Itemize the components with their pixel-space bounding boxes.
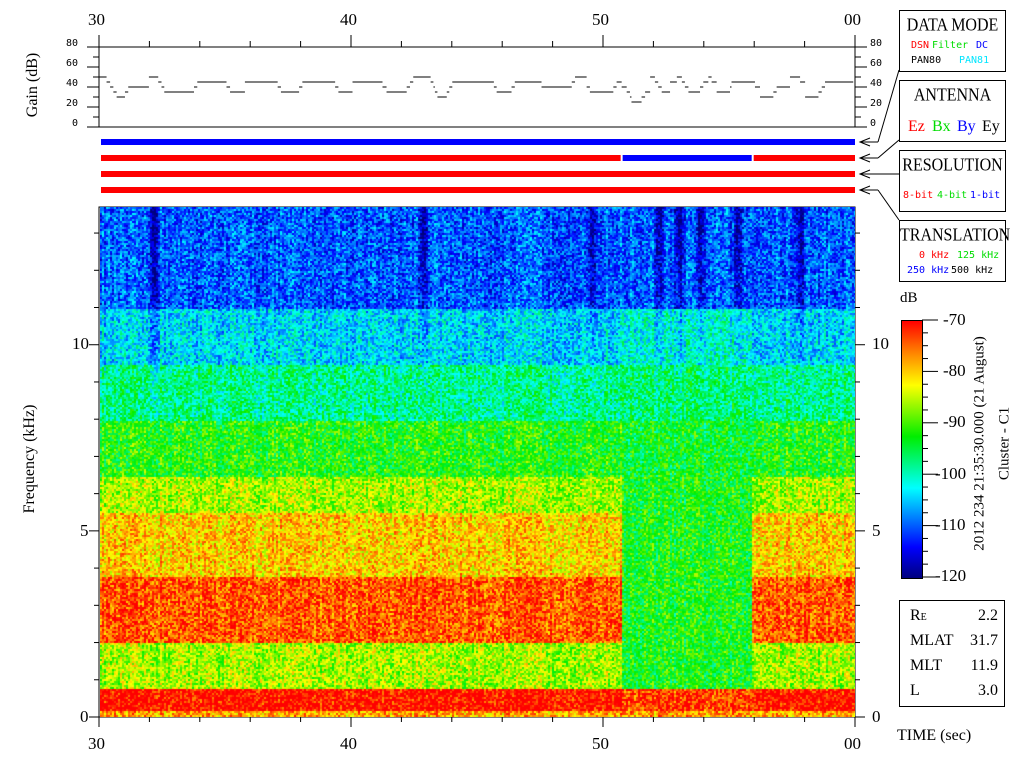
freq-label-0: 0 (80, 707, 89, 726)
translation-title: TRANSLATION (900, 225, 1011, 246)
status-bar-antenna-arrow-icon (858, 153, 878, 163)
info-value-mlat: 31.7 (970, 632, 998, 649)
status-bar-antenna-segment (753, 155, 855, 161)
antenna-legend: ANTENNA Ez Bx By Ey (899, 80, 1006, 142)
time-axis-title: TIME (sec) (897, 727, 972, 744)
legend-500khz: 500 kHz (951, 265, 994, 276)
connector-translation (877, 189, 900, 221)
bottom-time-label-30: 30 (88, 734, 105, 753)
status-bar-translation-segment (101, 187, 855, 193)
colorbar-label-110: -110 (935, 515, 966, 534)
status-bar-antenna-segment (622, 155, 752, 161)
info-key-mlt: MLT (910, 657, 943, 674)
frequency-axis-title: Frequency (kHz) (21, 404, 38, 514)
colorbar-label-70: -70 (943, 310, 966, 329)
colorbar (901, 320, 923, 579)
colorbar-label-100: -100 (935, 464, 967, 483)
resolution-legend: RESOLUTION 8-bit 4-bit 1-bit (899, 150, 1006, 212)
spacecraft-label: Cluster - C1 (996, 406, 1013, 481)
info-key-mlat: MLAT (910, 632, 954, 649)
colorbar-label-90: -90 (943, 412, 966, 431)
legend-dsn: DSN (911, 40, 930, 51)
info-key-l: L (910, 682, 920, 699)
legend-0khz: 0 kHz (919, 250, 950, 261)
status-bar-resolution-arrow-icon (858, 169, 878, 179)
connector-antenna (877, 139, 900, 159)
bottom-time-label-40: 40 (340, 734, 357, 753)
freq-label-right-0: 0 (872, 707, 881, 726)
legend-4bit: 4-bit (937, 190, 968, 201)
status-bar-translation-arrow-icon (858, 185, 878, 195)
status-bar-resolution-segment (101, 171, 855, 177)
antenna-title: ANTENNA (913, 85, 992, 106)
info-value-l: 3.0 (978, 682, 998, 699)
freq-label-right-10: 10 (872, 334, 889, 353)
legend-1bit: 1-bit (970, 190, 1001, 201)
orbit-info-box: RE 2.2 MLAT 31.7 MLT 11.9 L 3.0 (899, 600, 1005, 707)
bottom-time-label-00: 00 (844, 734, 861, 753)
legend-by: By (957, 118, 976, 135)
resolution-title: RESOLUTION (902, 155, 1003, 176)
spectrogram-canvas (100, 207, 855, 717)
status-bar-data-mode-arrow-icon (858, 137, 878, 147)
legend-filter: Filter (932, 40, 969, 51)
colorbar-title: dB (900, 290, 918, 306)
translation-legend: TRANSLATION 0 kHz 125 kHz 250 kHz 500 kH… (899, 220, 1011, 282)
legend-125khz: 125 kHz (957, 250, 1000, 261)
status-bar-antenna-segment (101, 155, 621, 161)
timestamp-label: 2012 234 21:35:30.000 (21 August) (971, 336, 988, 551)
info-value-re: 2.2 (978, 607, 998, 624)
freq-label-right-5: 5 (872, 521, 881, 540)
freq-label-5: 5 (80, 521, 89, 540)
status-bar-data-mode-segment (101, 139, 855, 145)
info-key-re: RE (910, 607, 927, 624)
colorbar-label-80: -80 (943, 361, 966, 380)
data-mode-title: DATA MODE (906, 15, 999, 36)
data-mode-legend: DATA MODE DSN Filter DC PAN80 PAN81 (899, 10, 1006, 72)
legend-bx: Bx (932, 118, 951, 135)
colorbar-label-120: -120 (935, 566, 967, 585)
freq-label-10: 10 (72, 334, 89, 353)
info-value-mlt: 11.9 (970, 657, 998, 674)
legend-pan80: PAN80 (911, 55, 942, 66)
legend-250khz: 250 kHz (907, 265, 950, 276)
connector-data-mode (877, 69, 900, 143)
legend-8bit: 8-bit (903, 190, 934, 201)
spectrogram-figure: 30 40 50 00 Gain (dB) 80 60 40 20 0 80 6… (0, 0, 1024, 768)
legend-dc: DC (976, 40, 989, 51)
bottom-time-label-50: 50 (592, 734, 609, 753)
legend-ez: Ez (908, 118, 925, 135)
legend-ey: Ey (982, 118, 1000, 135)
legend-pan81: PAN81 (959, 55, 990, 66)
